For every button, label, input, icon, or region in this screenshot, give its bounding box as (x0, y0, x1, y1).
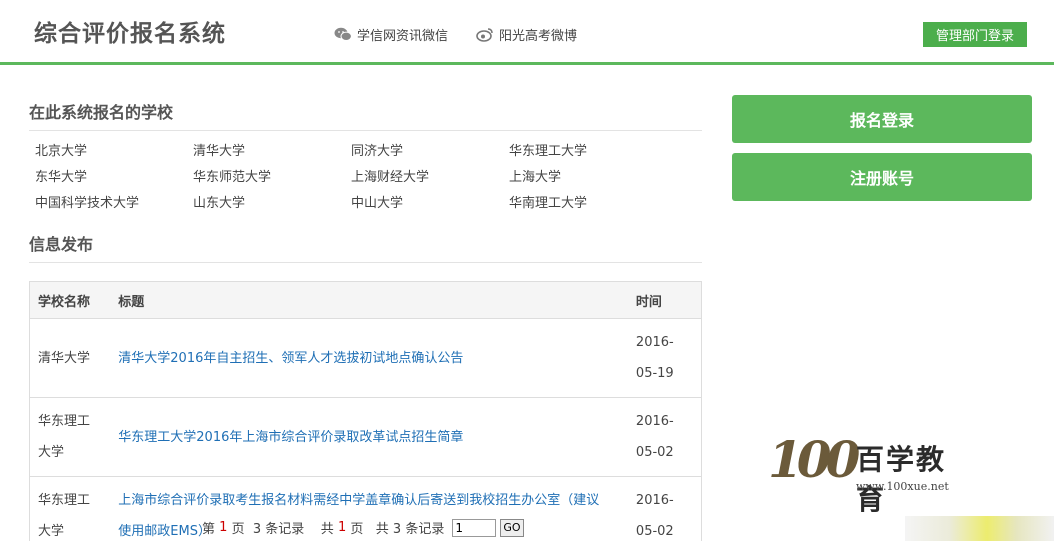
row-school: 华东理工大学 (29, 476, 111, 541)
blurred-overlay (905, 516, 1054, 541)
pager-total-pages: 1 (337, 520, 347, 535)
news-section-title: 信息发布 (29, 227, 702, 263)
go-button[interactable]: GO (500, 518, 524, 537)
news-table: 学校名称 标题 时间 清华大学 清华大学2016年自主招生、领军人才选拔初试地点… (29, 281, 702, 541)
weibo-link[interactable]: 阳光高考微博 (476, 25, 577, 44)
school-item[interactable]: 中国科学技术大学 (35, 191, 193, 217)
signup-login-button[interactable]: 报名登录 (732, 95, 1032, 143)
admin-login-button[interactable]: 管理部门登录 (923, 22, 1027, 47)
table-row: 华东理工大学 华东理工大学2016年上海市综合评价录取改革试点招生简章 2016… (29, 397, 702, 477)
schools-section-title: 在此系统报名的学校 (29, 95, 702, 131)
watermark-url: www.100xue.net (856, 480, 949, 493)
row-school-text: 华东理工大学 (38, 493, 91, 539)
pager-page-suffix: 页 (231, 522, 245, 537)
pager-prefix: 第 (202, 522, 216, 537)
news-table-header: 学校名称 标题 时间 (29, 281, 702, 319)
school-item[interactable]: 华东理工大学 (509, 139, 667, 165)
school-item[interactable]: 东华大学 (35, 165, 193, 191)
row-school: 清华大学 (29, 318, 111, 398)
wechat-link[interactable]: 学信网资讯微信 (334, 25, 448, 44)
pager-total-records: 共 3 条记录 (375, 522, 445, 537)
row-time-text: 2016-05-02 (635, 493, 674, 539)
school-item[interactable]: 上海财经大学 (351, 165, 509, 191)
wechat-label: 学信网资讯微信 (357, 29, 449, 44)
watermark-number: 100 (768, 430, 860, 489)
row-time: 2016-05-19 (627, 318, 702, 398)
pager-total-suffix: 页 (350, 522, 364, 537)
header-school: 学校名称 (29, 281, 111, 319)
register-account-button[interactable]: 注册账号 (732, 153, 1032, 201)
page-number-input[interactable] (452, 518, 497, 537)
school-item[interactable]: 中山大学 (351, 191, 509, 217)
watermark-logo: 100 百学教育 www.100xue.net (768, 430, 958, 516)
row-school-text: 华东理工大学 (38, 414, 91, 460)
pagination: 第 1 页 3 条记录 共 1 页 共 3 条记录 GO (202, 518, 524, 537)
row-time: 2016-05-02 (627, 476, 702, 541)
school-item[interactable]: 山东大学 (193, 191, 351, 217)
row-title-link[interactable]: 华东理工大学2016年上海市综合评价录取改革试点招生简章 (110, 397, 628, 477)
row-school: 华东理工大学 (29, 397, 111, 477)
watermark-brand: 百学教育 (856, 443, 947, 516)
main-content: 在此系统报名的学校 北京大学 清华大学 同济大学 华东理工大学 东华大学 华东师… (29, 95, 702, 541)
header: 综合评价报名系统 学信网资讯微信 阳光高考微博 管理部门登录 (0, 0, 1054, 65)
table-row: 清华大学 清华大学2016年自主招生、领军人才选拔初试地点确认公告 2016-0… (29, 318, 702, 398)
school-item[interactable]: 上海大学 (509, 165, 667, 191)
row-time-text: 2016-05-19 (635, 335, 674, 381)
school-item[interactable]: 北京大学 (35, 139, 193, 165)
header-title: 标题 (110, 281, 628, 319)
pager-total-prefix: 共 (320, 522, 334, 537)
school-item[interactable]: 华南理工大学 (509, 191, 667, 217)
school-item[interactable]: 华东师范大学 (193, 165, 351, 191)
row-time-text: 2016-05-02 (635, 414, 674, 460)
school-item[interactable]: 清华大学 (193, 139, 351, 165)
weibo-label: 阳光高考微博 (499, 29, 578, 44)
row-time: 2016-05-02 (627, 397, 702, 477)
header-time: 时间 (627, 281, 702, 319)
school-item[interactable]: 同济大学 (351, 139, 509, 165)
row-title-link[interactable]: 清华大学2016年自主招生、领军人才选拔初试地点确认公告 (110, 318, 628, 398)
pager-current-page: 1 (219, 520, 228, 535)
school-list: 北京大学 清华大学 同济大学 华东理工大学 东华大学 华东师范大学 上海财经大学… (29, 139, 702, 217)
weibo-icon (476, 28, 493, 42)
wechat-icon (334, 27, 352, 41)
site-title: 综合评价报名系统 (34, 21, 226, 47)
pager-records: 3 条记录 (252, 522, 305, 537)
